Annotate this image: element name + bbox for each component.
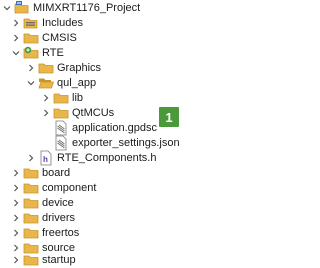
tree-item-exporter-settings[interactable]: exporter_settings.json	[53, 135, 180, 151]
folder-icon	[23, 165, 39, 181]
callout-badge: 1	[159, 107, 179, 127]
tree-item-label: startup	[42, 254, 76, 266]
folder-icon	[23, 30, 39, 46]
chevron-right-icon[interactable]	[12, 195, 20, 211]
includes-icon	[23, 15, 39, 31]
folder-icon	[23, 252, 39, 268]
tree-item-label: application.gpdsc	[72, 122, 158, 134]
folder-icon	[23, 180, 39, 196]
tree-item-label: RTE_Components.h	[57, 152, 157, 164]
chevron-down-icon[interactable]	[12, 45, 20, 61]
tree-item-label: QtMCUs	[72, 107, 115, 119]
chevron-right-icon[interactable]	[12, 210, 20, 226]
tree-item-label: CMSIS	[42, 32, 77, 44]
tree-item-label: device	[42, 197, 74, 209]
svg-text:h: h	[43, 155, 48, 164]
tree-item-qul-app[interactable]: qul_app	[27, 75, 96, 91]
tree-item-application-gpdsc[interactable]: application.gpdsc	[53, 120, 157, 136]
file-icon	[53, 135, 69, 151]
tree-item-graphics[interactable]: Graphics	[27, 60, 101, 76]
tree-item-qtmcus[interactable]: QtMCUs	[42, 105, 114, 121]
folder-icon	[53, 105, 69, 121]
tree-item-label: component	[42, 182, 97, 194]
tree-item-project[interactable]: MIMXRT1176_Project	[3, 0, 140, 16]
tree-item-component[interactable]: component	[12, 180, 96, 196]
tree-item-label: drivers	[42, 212, 76, 224]
folder-icon	[23, 195, 39, 211]
tree-item-label: RTE	[42, 47, 64, 59]
folder-icon	[23, 225, 39, 241]
tree-item-board[interactable]: board	[12, 165, 70, 181]
project-icon	[14, 0, 30, 16]
header-file-icon: h	[38, 150, 54, 166]
chevron-right-icon[interactable]	[27, 60, 35, 76]
tree-item-label: Includes	[42, 17, 83, 29]
chevron-down-icon[interactable]	[27, 75, 35, 91]
tree-item-label: Graphics	[57, 62, 102, 74]
tree-item-label: exporter_settings.json	[72, 137, 180, 149]
chevron-right-icon[interactable]	[27, 150, 35, 166]
tree-item-device[interactable]: device	[12, 195, 74, 211]
chevron-right-icon[interactable]	[42, 90, 50, 106]
chevron-right-icon[interactable]	[12, 15, 20, 31]
file-icon	[53, 120, 69, 136]
chevron-right-icon[interactable]	[12, 180, 20, 196]
chevron-right-icon[interactable]	[12, 225, 20, 241]
project-explorer-tree: MIMXRT1176_Project Includes CMSIS RTE Gr…	[0, 0, 288, 266]
tree-item-drivers[interactable]: drivers	[12, 210, 75, 226]
tree-item-freertos[interactable]: freertos	[12, 225, 79, 241]
folder-icon	[23, 210, 39, 226]
tree-item-label: MIMXRT1176_Project	[33, 2, 141, 14]
chevron-right-icon[interactable]	[12, 252, 20, 268]
chevron-down-icon[interactable]	[3, 0, 11, 16]
tree-item-rte[interactable]: RTE	[12, 45, 64, 61]
folder-icon	[38, 60, 54, 76]
tree-item-startup[interactable]: startup	[12, 252, 76, 268]
folder-open-icon	[38, 75, 54, 91]
tree-item-includes[interactable]: Includes	[12, 15, 83, 31]
rte-folder-icon	[23, 45, 39, 61]
tree-item-label: freertos	[42, 227, 80, 239]
tree-item-rte-components[interactable]: h RTE_Components.h	[27, 150, 156, 166]
folder-icon	[53, 90, 69, 106]
tree-item-label: lib	[72, 92, 84, 104]
tree-item-label: qul_app	[57, 77, 97, 89]
tree-item-label: board	[42, 167, 71, 179]
chevron-right-icon[interactable]	[12, 30, 20, 46]
chevron-right-icon[interactable]	[42, 105, 50, 121]
tree-item-cmsis[interactable]: CMSIS	[12, 30, 77, 46]
chevron-right-icon[interactable]	[12, 165, 20, 181]
tree-item-lib[interactable]: lib	[42, 90, 83, 106]
